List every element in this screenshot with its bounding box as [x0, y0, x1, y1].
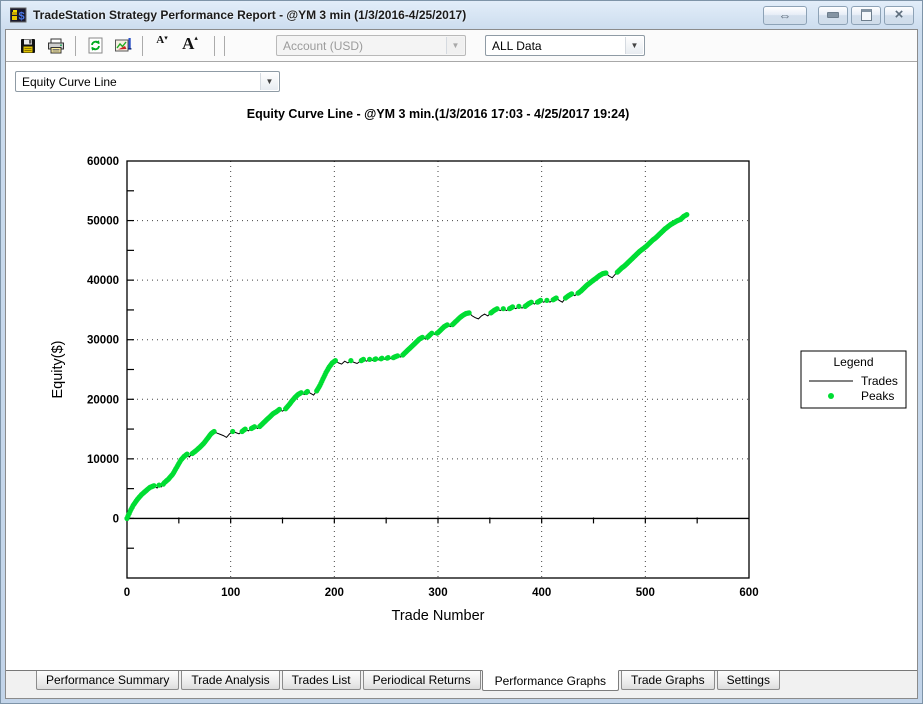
tab-settings[interactable]: Settings: [717, 671, 780, 690]
window-title: TradeStation Strategy Performance Report…: [33, 8, 763, 22]
decrease-font-label: A: [156, 34, 164, 46]
resize-arrows-icon: ⇔: [779, 9, 792, 22]
minimize-icon: [827, 12, 839, 18]
svg-text:20000: 20000: [87, 394, 119, 406]
svg-text:60000: 60000: [87, 156, 119, 168]
report-panel: A▾ A▴ Account (USD) ▼ ALL Data ▼ Equity …: [5, 29, 918, 699]
svg-text:300: 300: [428, 587, 447, 599]
status-strip: [6, 691, 917, 698]
increase-font-label: A: [182, 34, 194, 54]
window-controls: ⇔ ×: [763, 6, 914, 25]
data-range-dropdown-value: ALL Data: [492, 39, 542, 53]
tab-bar: Performance Summary Trade Analysis Trade…: [6, 671, 917, 691]
report-settings-button[interactable]: [110, 34, 136, 58]
refresh-icon: [87, 37, 104, 54]
save-button[interactable]: [15, 34, 41, 58]
svg-text:$: $: [18, 11, 24, 23]
graph-type-dropdown-value: Equity Curve Line: [22, 75, 117, 89]
restore-button[interactable]: [851, 6, 881, 25]
tab-performance-summary[interactable]: Performance Summary: [36, 671, 179, 690]
graph-type-dropdown[interactable]: Equity Curve Line ▼: [15, 71, 280, 92]
print-icon: [47, 38, 65, 54]
caret-down-icon: ▾: [164, 34, 168, 42]
svg-text:100: 100: [221, 587, 240, 599]
svg-text:10000: 10000: [87, 454, 119, 466]
toolbar-separator: [75, 36, 76, 56]
data-range-dropdown[interactable]: ALL Data ▼: [485, 35, 645, 56]
chevron-down-icon: ▼: [260, 73, 278, 90]
svg-text:200: 200: [325, 587, 344, 599]
close-icon: ×: [895, 7, 904, 22]
print-button[interactable]: [43, 34, 69, 58]
svg-text:40000: 40000: [87, 275, 119, 287]
svg-text:Equity($): Equity($): [50, 340, 66, 398]
refresh-button[interactable]: [82, 34, 108, 58]
graph-area: Equity Curve Line ▼ Equity Curve Line - …: [6, 62, 917, 670]
increase-font-button[interactable]: A▴: [177, 34, 203, 58]
tab-periodical-returns[interactable]: Periodical Returns: [363, 671, 481, 690]
svg-text:Trade Number: Trade Number: [392, 608, 485, 624]
toolbar: A▾ A▴ Account (USD) ▼ ALL Data ▼: [6, 30, 917, 62]
account-dropdown-value: Account (USD): [283, 39, 363, 53]
tab-performance-graphs[interactable]: Performance Graphs: [482, 670, 619, 691]
report-settings-icon: [114, 37, 132, 54]
svg-text:0: 0: [124, 587, 130, 599]
resize-button[interactable]: ⇔: [763, 6, 807, 25]
decrease-font-button[interactable]: A▾: [149, 34, 175, 58]
svg-text:400: 400: [532, 587, 551, 599]
save-icon: [20, 38, 37, 54]
window: $ TradeStation Strategy Performance Repo…: [0, 0, 923, 704]
svg-text:600: 600: [739, 587, 758, 599]
toolbar-separator: [142, 36, 143, 56]
minimize-button[interactable]: [818, 6, 848, 25]
svg-text:Trades: Trades: [861, 374, 898, 388]
svg-text:500: 500: [636, 587, 655, 599]
svg-text:50000: 50000: [87, 216, 119, 228]
tab-trade-graphs[interactable]: Trade Graphs: [621, 671, 715, 690]
svg-text:Legend: Legend: [833, 355, 873, 369]
toolbar-separator: [224, 36, 225, 56]
restore-icon: [861, 9, 872, 21]
tab-trade-analysis[interactable]: Trade Analysis: [181, 671, 279, 690]
tab-trades-list[interactable]: Trades List: [282, 671, 361, 690]
account-dropdown: Account (USD) ▼: [276, 35, 466, 56]
svg-text:Equity Curve Line - @YM 3 min.: Equity Curve Line - @YM 3 min.(1/3/2016 …: [247, 107, 630, 121]
caret-up-icon: ▴: [194, 34, 198, 42]
svg-text:0: 0: [113, 513, 119, 525]
title-bar: $ TradeStation Strategy Performance Repo…: [5, 1, 918, 29]
app-icon: $: [10, 7, 27, 23]
close-button[interactable]: ×: [884, 6, 914, 25]
toolbar-separator: [214, 36, 215, 56]
svg-text:30000: 30000: [87, 335, 119, 347]
chevron-down-icon: ▼: [446, 37, 464, 54]
equity-curve-chart: Equity Curve Line - @YM 3 min.(1/3/2016 …: [6, 62, 919, 652]
chevron-down-icon: ▼: [625, 37, 643, 54]
svg-text:Peaks: Peaks: [861, 389, 894, 403]
